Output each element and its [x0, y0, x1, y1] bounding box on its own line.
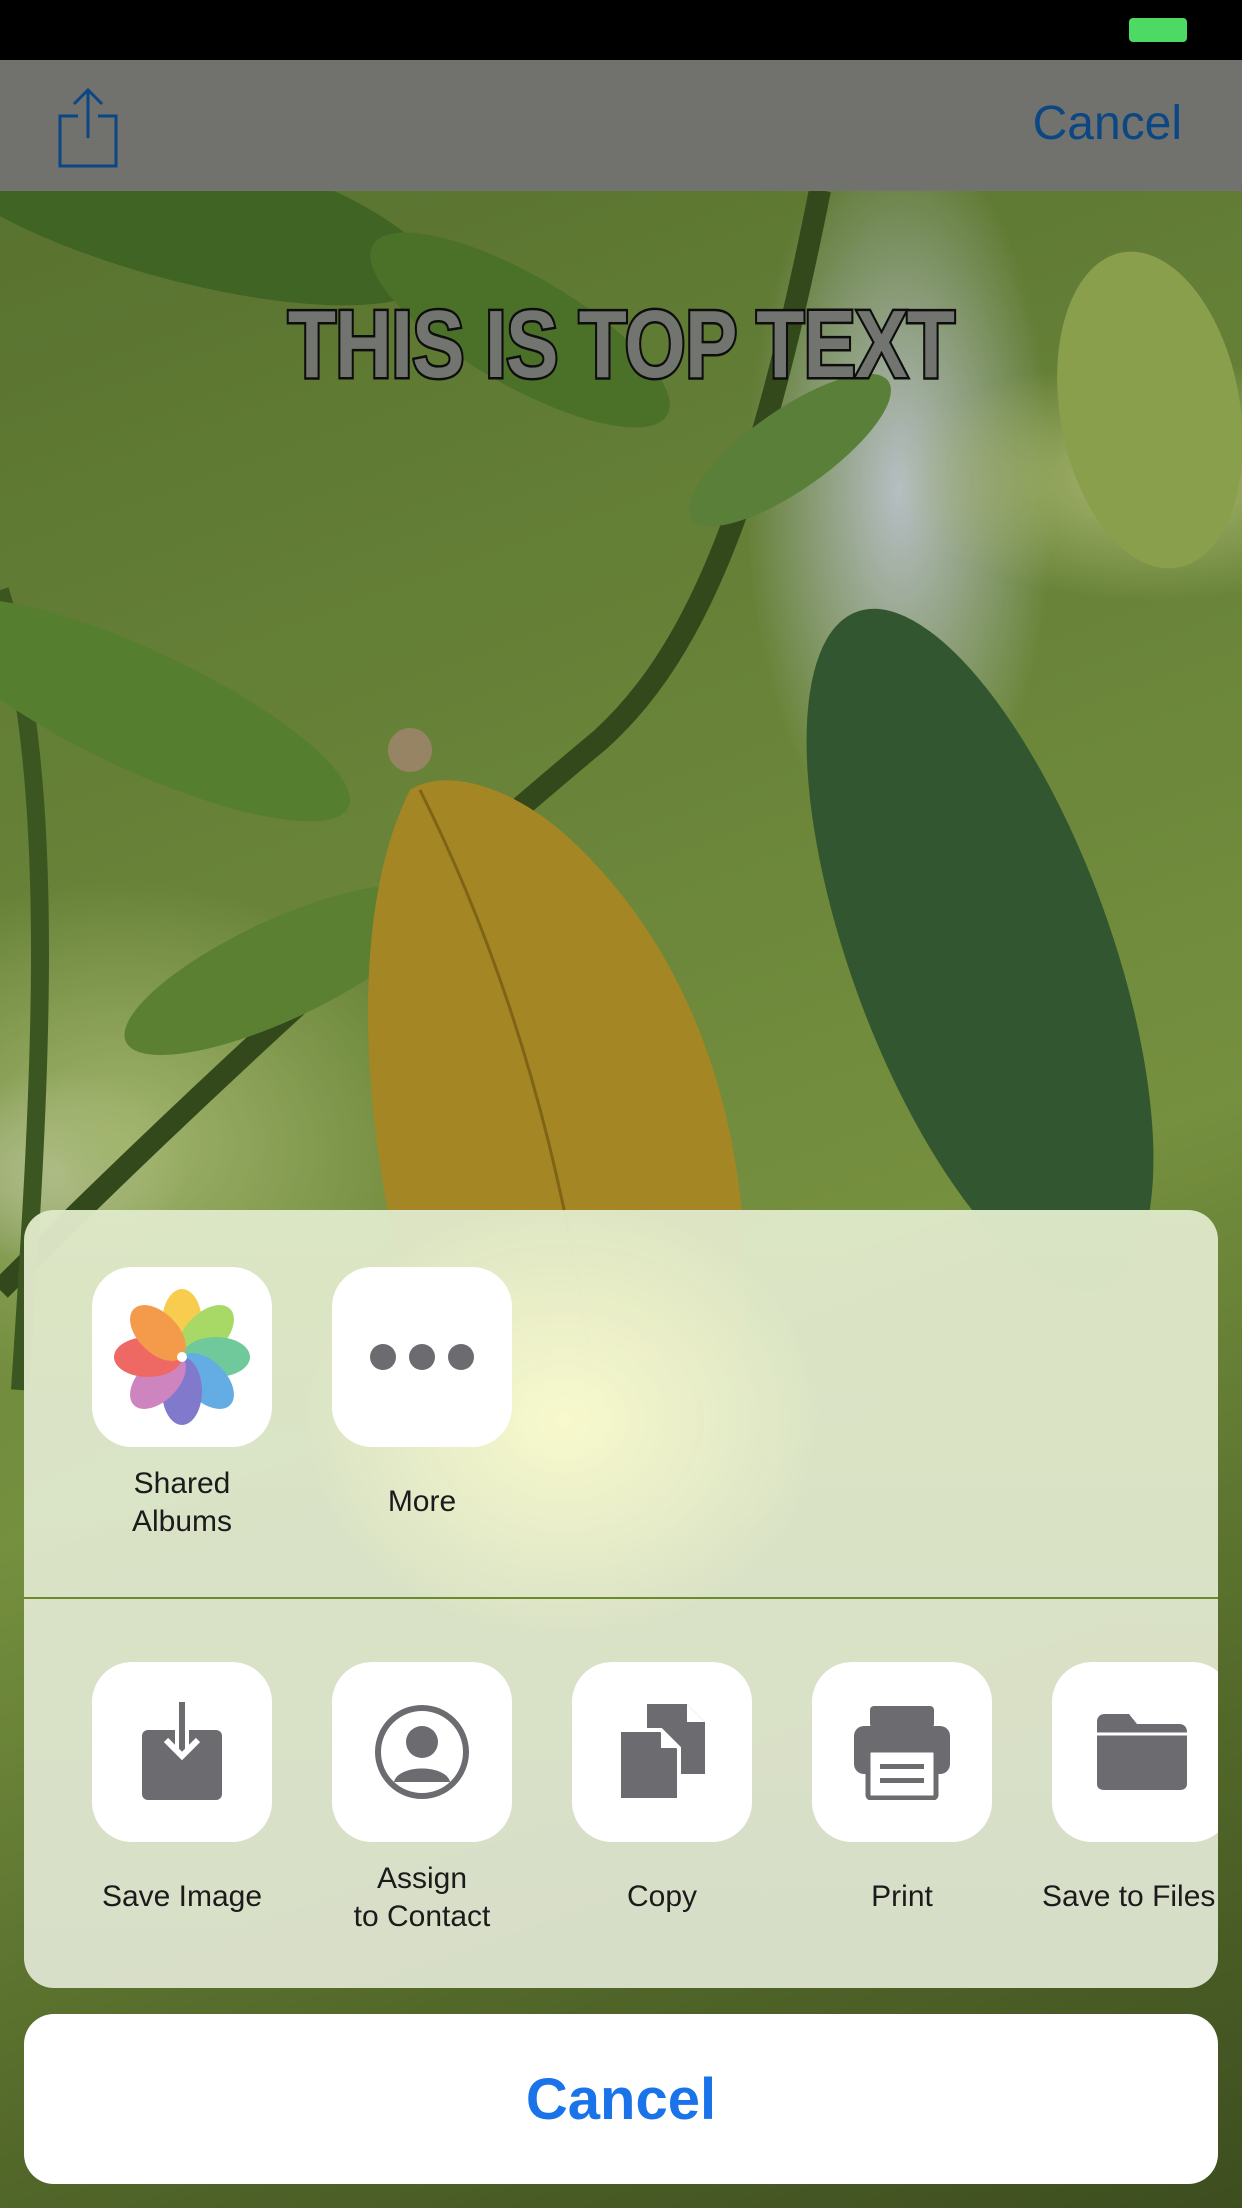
print-icon: [812, 1662, 992, 1842]
action-copy[interactable]: Copy: [567, 1662, 757, 1916]
share-app-more[interactable]: More: [327, 1267, 517, 1521]
share-sheet: Shared Albums More Save Image Assign to …: [24, 1210, 1218, 1988]
action-print[interactable]: Print: [807, 1662, 997, 1916]
action-label: Assign to Contact: [353, 1862, 491, 1933]
action-assign-to-contact[interactable]: Assign to Contact: [327, 1662, 517, 1936]
save-image-icon: [92, 1662, 272, 1842]
contact-icon: [332, 1662, 512, 1842]
status-bar: [0, 0, 1242, 60]
cancel-sheet-button[interactable]: Cancel: [24, 2014, 1218, 2184]
share-app-label: More: [387, 1485, 457, 1518]
share-app-shared-albums[interactable]: Shared Albums: [87, 1267, 277, 1541]
action-save-image[interactable]: Save Image: [87, 1662, 277, 1916]
action-label: Save Image: [101, 1880, 263, 1913]
battery-icon: [1129, 18, 1187, 42]
more-icon: [332, 1267, 512, 1447]
action-label: Save to Files: [1042, 1880, 1216, 1913]
photos-icon: [92, 1267, 272, 1447]
share-app-label: Shared Albums: [131, 1467, 233, 1538]
sheet-divider: [24, 1597, 1218, 1599]
folder-icon: [1052, 1662, 1218, 1842]
action-label: Print: [871, 1880, 933, 1913]
action-label: Copy: [626, 1880, 698, 1913]
cancel-sheet-label: Cancel: [525, 2066, 717, 2132]
action-save-to-files[interactable]: Save to Files: [1042, 1662, 1218, 1916]
copy-icon: [572, 1662, 752, 1842]
